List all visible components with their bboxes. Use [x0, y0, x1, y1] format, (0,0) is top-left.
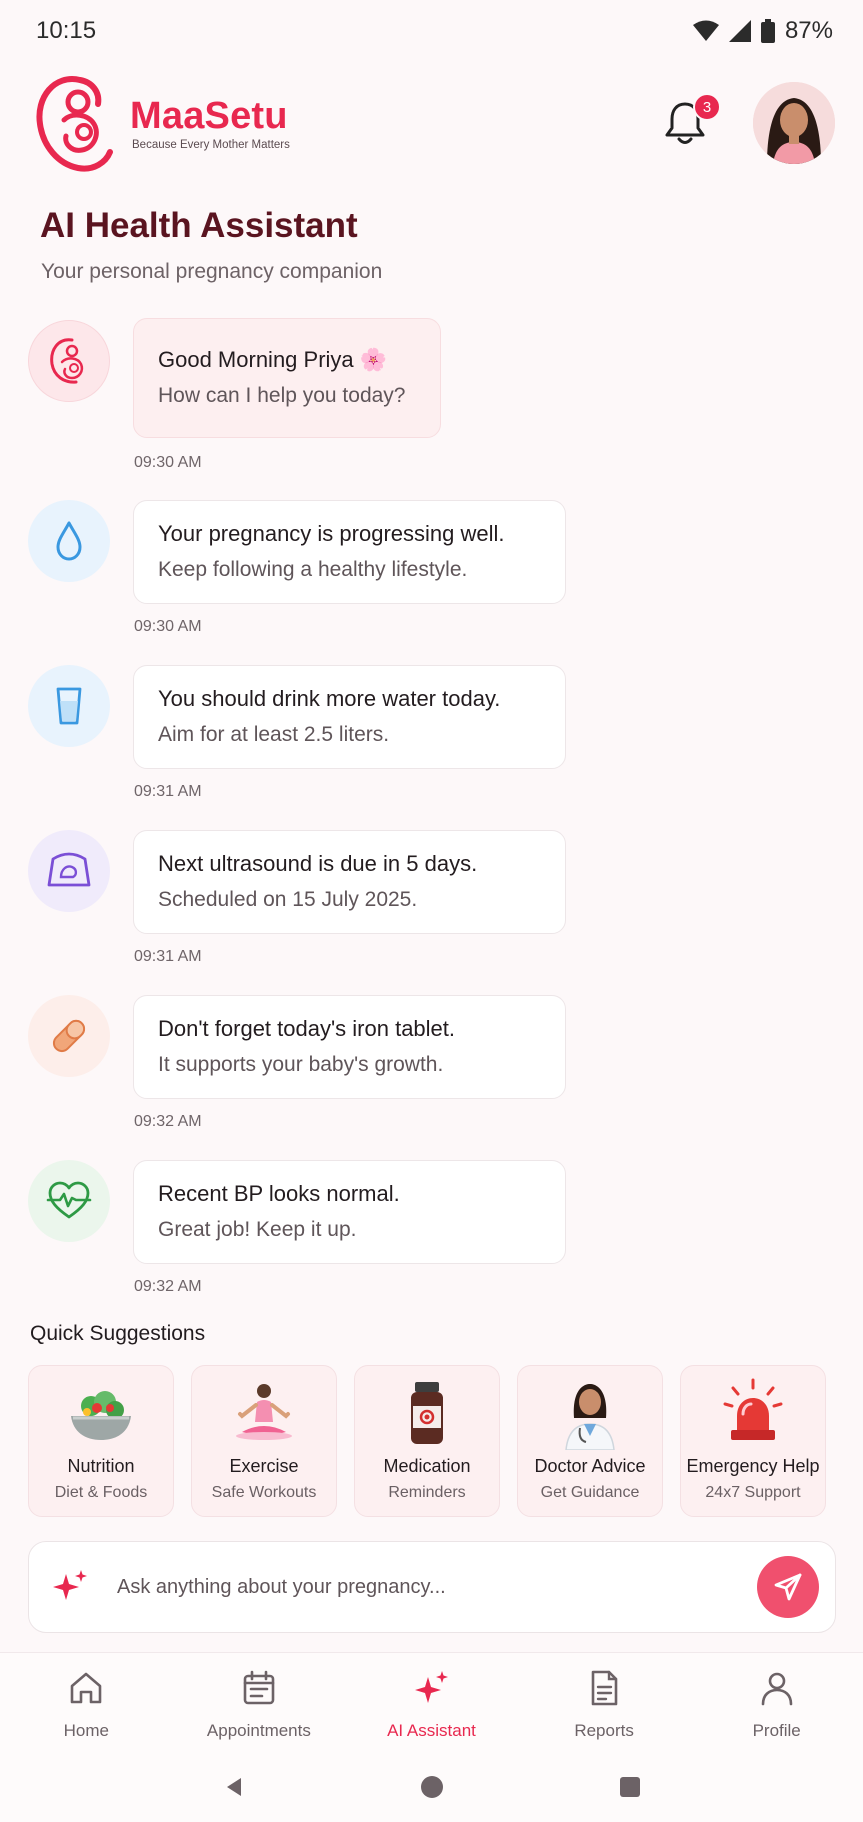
notifications-button[interactable]: 3 [657, 93, 721, 151]
message-time: 09:30 AM [134, 618, 202, 635]
message-bubble: Good Morning Priya 🌸 How can I help you … [133, 318, 441, 438]
suggestion-exercise[interactable]: Exercise Safe Workouts [191, 1365, 337, 1517]
page-subtitle: Your personal pregnancy companion [41, 260, 383, 283]
send-icon [774, 1573, 802, 1601]
suggestion-label: Emergency Help [686, 1456, 820, 1476]
salad-icon [71, 1391, 131, 1440]
suggestion-doctor-advice[interactable]: Doctor Advice Get Guidance [517, 1365, 663, 1517]
nav-appointments[interactable]: Appointments [173, 1653, 346, 1752]
suggestion-label: Medication [383, 1456, 471, 1476]
message-bubble: Recent BP looks normal. Great job! Keep … [133, 1160, 566, 1264]
calendar-icon [243, 1670, 275, 1705]
message-title: You should drink more water today. [158, 686, 501, 711]
message-bubble: Next ultrasound is due in 5 days. Schedu… [133, 830, 566, 934]
suggestion-sub: 24x7 Support [705, 1484, 801, 1501]
sparkle-icon [53, 1570, 87, 1600]
suggestion-emergency-help[interactable]: Emergency Help 24x7 Support [680, 1365, 826, 1517]
maasetu-logo-icon [36, 76, 113, 172]
nav-home[interactable]: Home [0, 1653, 173, 1752]
suggestion-medication[interactable]: Medication Reminders [354, 1365, 500, 1517]
notification-badge: 3 [693, 93, 721, 121]
water-glass-icon [56, 687, 82, 725]
message-title: Your pregnancy is progressing well. [158, 521, 505, 546]
message-text: Great job! Keep it up. [158, 1218, 357, 1241]
quick-suggestions: Nutrition Diet & Foods Exercise Safe Wor… [28, 1365, 826, 1517]
message-title: Don't forget today's iron tablet. [158, 1016, 456, 1041]
suggestion-sub: Safe Workouts [211, 1484, 317, 1501]
message-time: 09:30 AM [134, 454, 202, 471]
avatar[interactable] [753, 82, 835, 164]
suggestion-label: Nutrition [67, 1456, 135, 1476]
message-time: 09:32 AM [134, 1278, 202, 1295]
back-icon[interactable] [223, 1776, 245, 1798]
app-header: MaaSetu Because Every Mother Matters 3 [0, 68, 863, 178]
document-icon [591, 1670, 618, 1706]
nav-reports[interactable]: Reports [518, 1653, 691, 1752]
nav-label: AI Assistant [387, 1721, 476, 1740]
message-time: 09:32 AM [134, 1113, 202, 1130]
home-icon [70, 1672, 102, 1704]
home-circle-icon[interactable] [420, 1775, 444, 1799]
battery-icon [760, 19, 775, 43]
brand-tagline: Because Every Mother Matters [132, 139, 290, 151]
suggestion-label: Doctor Advice [534, 1456, 646, 1476]
person-icon [761, 1672, 792, 1706]
suggestion-nutrition[interactable]: Nutrition Diet & Foods [28, 1365, 174, 1517]
signal-icon [728, 20, 751, 42]
ultrasound-icon [47, 852, 91, 887]
water-drop-icon [56, 521, 82, 561]
battery-percent: 87% [784, 17, 833, 44]
status-time: 10:15 [36, 17, 97, 44]
suggestion-sub: Diet & Foods [54, 1484, 148, 1501]
message-text: Scheduled on 15 July 2025. [158, 888, 418, 911]
message-text: It supports your baby's growth. [158, 1053, 444, 1076]
message-time: 09:31 AM [134, 948, 202, 965]
medicine-bottle-icon [411, 1382, 443, 1444]
message-bubble: Don't forget today's iron tablet. It sup… [133, 995, 566, 1099]
message-text: How can I help you today? [158, 384, 406, 407]
nav-label: Home [63, 1721, 109, 1740]
page-title: AI Health Assistant [40, 206, 358, 245]
wifi-icon [692, 20, 719, 41]
flower-emoji: 🌸 [359, 347, 388, 372]
nav-label: Reports [574, 1721, 634, 1740]
nav-profile[interactable]: Profile [690, 1653, 863, 1752]
status-bar: 10:15 87% [0, 0, 863, 62]
message-time: 09:31 AM [134, 783, 202, 800]
suggestion-sub: Get Guidance [540, 1484, 640, 1501]
nav-ai-assistant[interactable]: AI Assistant [345, 1653, 518, 1752]
system-nav-bar [0, 1752, 863, 1822]
quick-suggestions-title: Quick Suggestions [30, 1322, 206, 1345]
message-title: Recent BP looks normal. [158, 1181, 400, 1206]
send-button[interactable] [757, 1556, 819, 1618]
suggestion-sub: Reminders [388, 1484, 466, 1501]
ask-input[interactable] [117, 1575, 757, 1599]
ask-bar [28, 1541, 836, 1633]
nav-label: Appointments [206, 1721, 311, 1740]
message-text: Aim for at least 2.5 liters. [158, 723, 390, 746]
nav-label: Profile [752, 1721, 801, 1740]
message-title: Good Morning Priya [158, 347, 354, 372]
recents-icon[interactable] [619, 1776, 641, 1798]
siren-icon [723, 1378, 783, 1440]
heart-pulse-icon [46, 1181, 92, 1219]
yoga-icon [236, 1384, 292, 1440]
message-bubble: You should drink more water today. Aim f… [133, 665, 566, 769]
pill-icon [52, 1019, 86, 1053]
doctor-icon [565, 1384, 615, 1450]
brand-name: MaaSetu [130, 95, 288, 137]
mother-baby-icon [50, 338, 84, 384]
message-title: Next ultrasound is due in 5 days. [158, 851, 478, 876]
suggestion-label: Exercise [229, 1456, 299, 1476]
bottom-nav: Home Appointments AI Assistant Reports P… [0, 1652, 863, 1752]
message-text: Keep following a healthy lifestyle. [158, 558, 468, 581]
message-bubble: Your pregnancy is progressing well. Keep… [133, 500, 566, 604]
sparkle-icon [415, 1671, 449, 1703]
